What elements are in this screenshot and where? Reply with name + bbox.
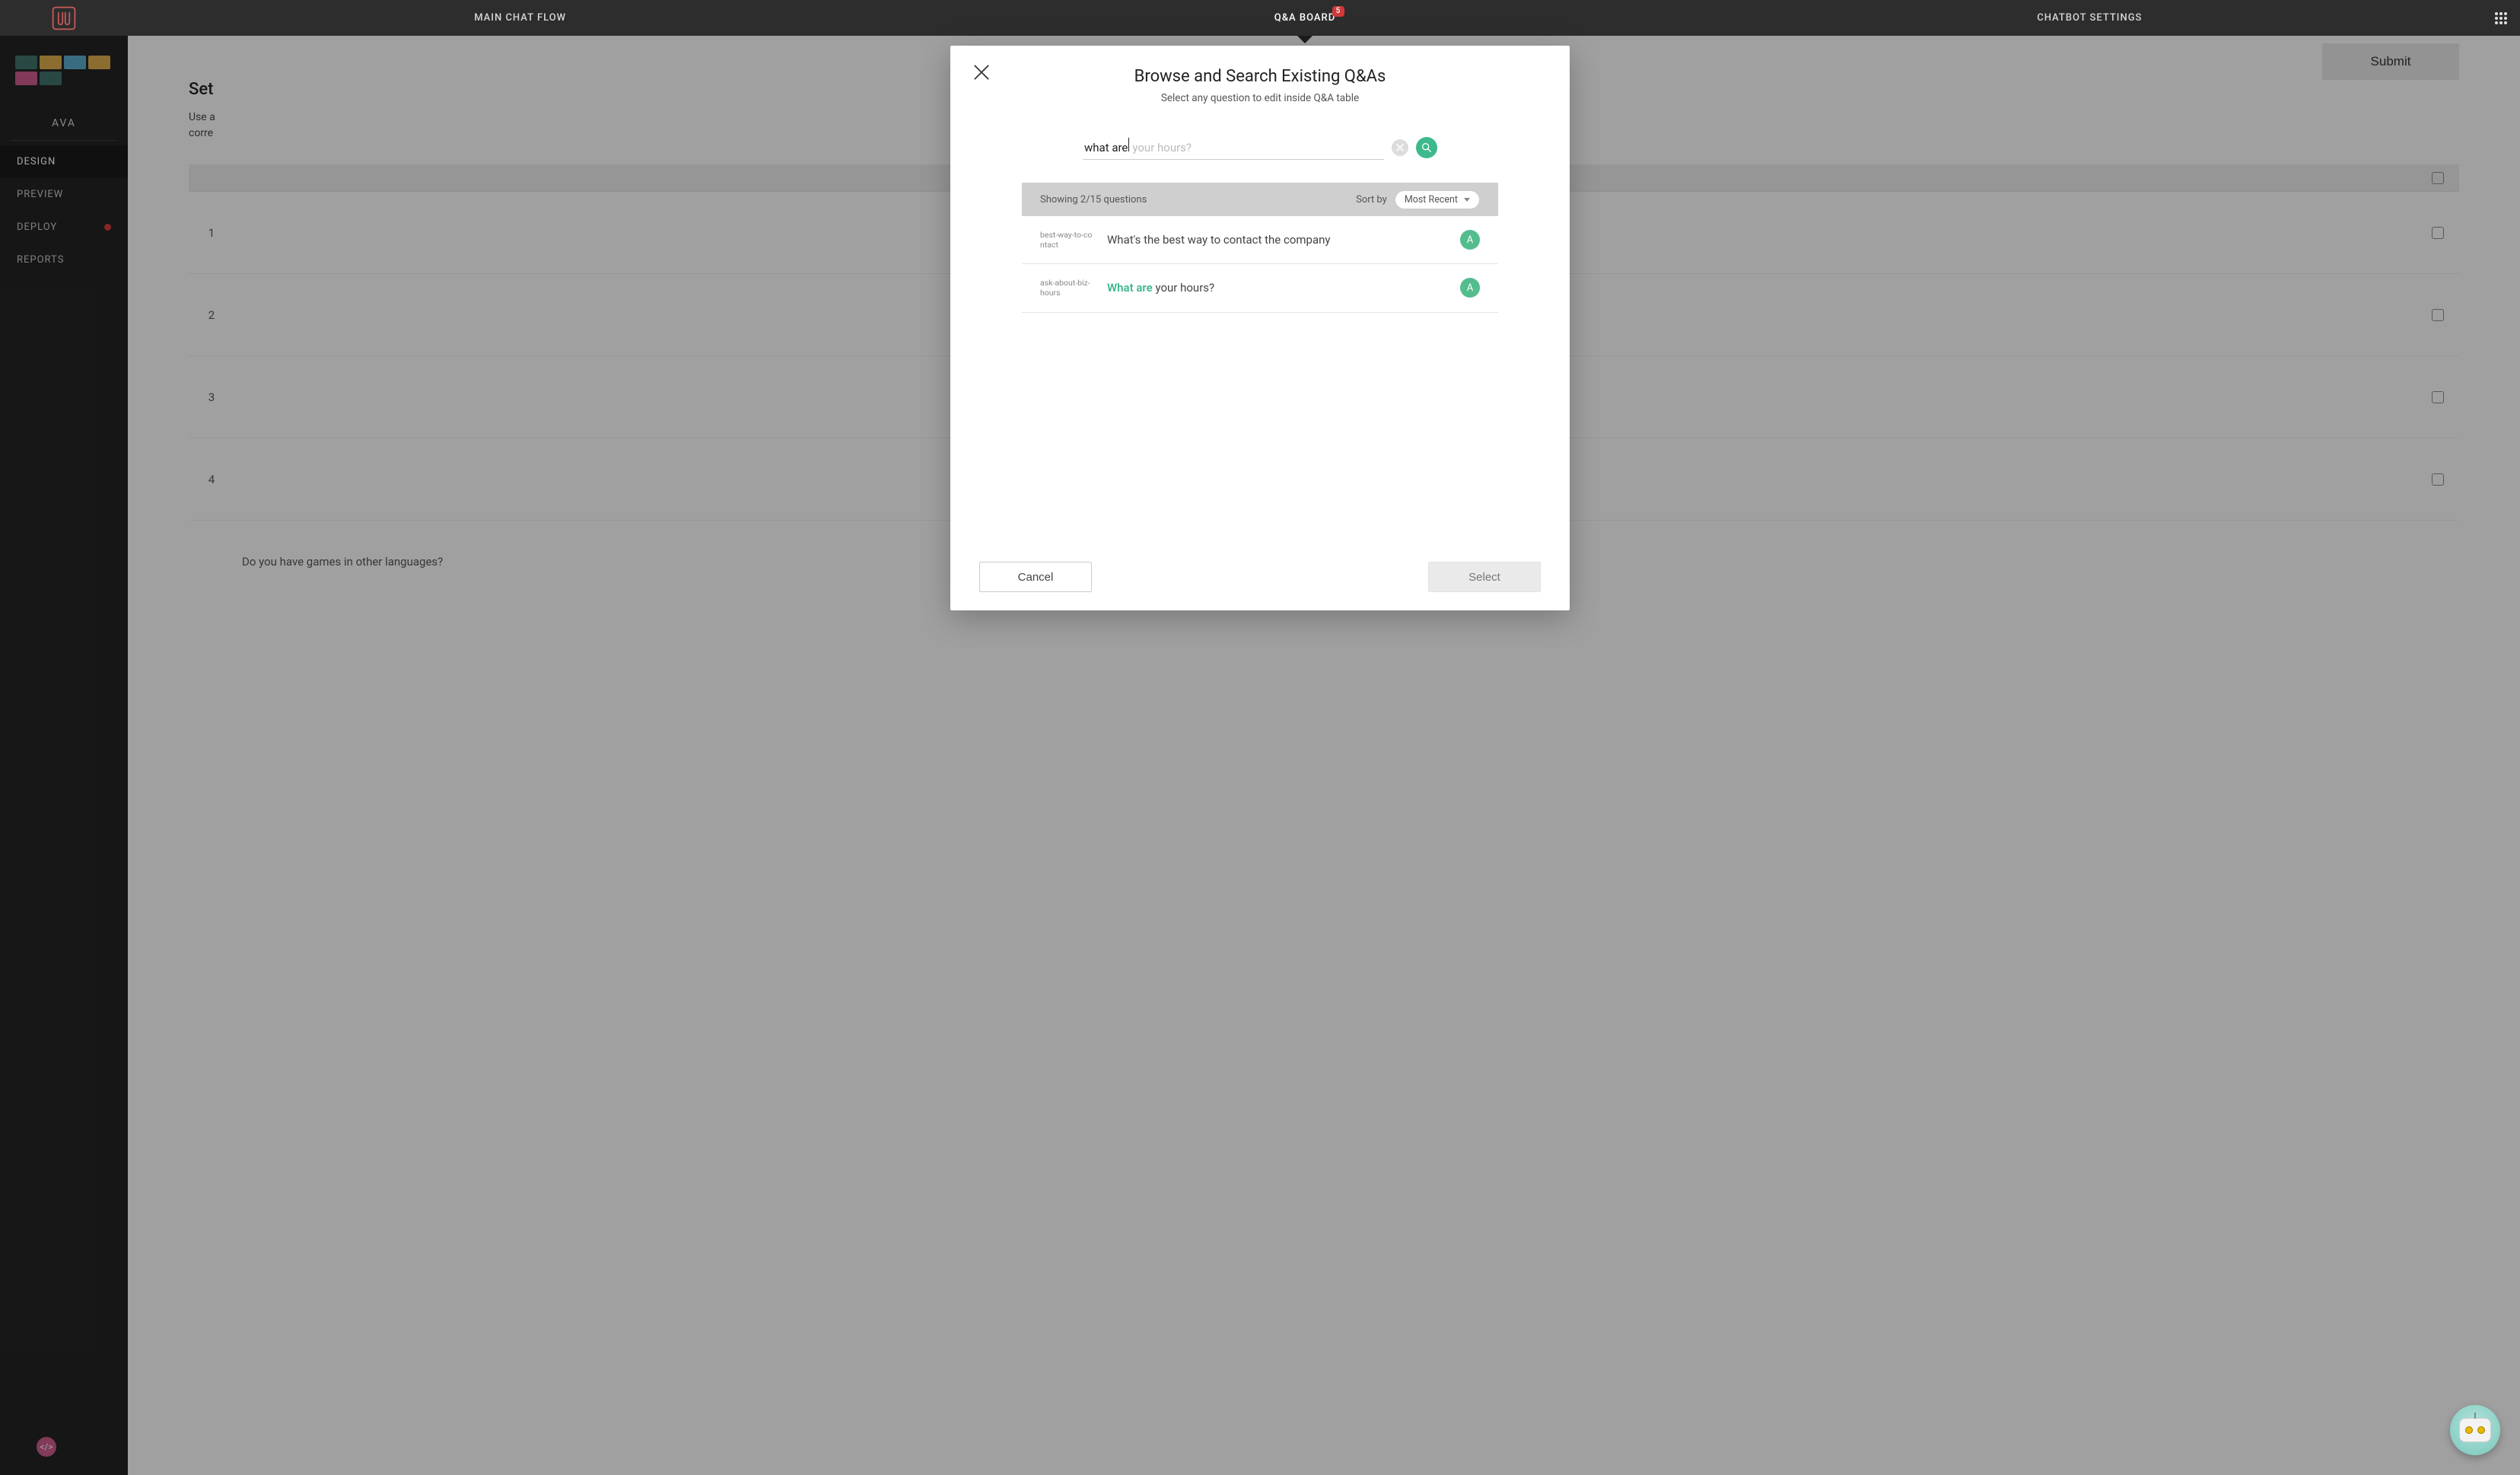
results-header: Showing 2/15 questions Sort by Most Rece…	[1022, 183, 1498, 216]
text-cursor-icon	[1128, 138, 1129, 151]
result-slug: ask-about-biz-hours	[1040, 278, 1093, 298]
sort-by-label: Sort by	[1356, 194, 1387, 205]
tab-label: MAIN CHAT FLOW	[474, 12, 566, 24]
x-icon	[1396, 144, 1404, 151]
top-bar: MAIN CHAT FLOW Q&A BOARD 5 CHATBOT SETTI…	[0, 0, 2520, 36]
modal-footer: Cancel Select	[976, 562, 1544, 592]
result-text: What are your hours?	[1107, 281, 1446, 295]
result-text: What's the best way to contact the compa…	[1107, 233, 1446, 247]
sort-value: Most Recent	[1405, 194, 1458, 205]
modal-title: Browse and Search Existing Q&As	[976, 67, 1544, 86]
chat-launcher-button[interactable]	[2450, 1405, 2500, 1455]
apps-grid-icon[interactable]	[2482, 0, 2520, 36]
juji-logo-icon	[50, 5, 78, 32]
search-icon	[1421, 142, 1433, 154]
search-submit-button[interactable]	[1416, 137, 1437, 158]
tab-label: CHATBOT SETTINGS	[2037, 12, 2142, 24]
logo[interactable]	[0, 0, 128, 36]
result-row[interactable]: best-way-to-contact What's the best way …	[1022, 216, 1498, 264]
bot-icon	[2459, 1418, 2491, 1442]
browse-qas-modal: Browse and Search Existing Q&As Select a…	[950, 46, 1570, 610]
cancel-button[interactable]: Cancel	[979, 562, 1092, 592]
cancel-label: Cancel	[1018, 571, 1054, 584]
search-results: Showing 2/15 questions Sort by Most Rece…	[1022, 183, 1498, 554]
clear-search-button[interactable]	[1392, 139, 1408, 156]
close-icon	[972, 62, 991, 82]
close-button[interactable]	[972, 62, 993, 84]
answered-badge: A	[1460, 278, 1480, 298]
search-row: what are your hours?	[1083, 135, 1437, 160]
chevron-down-icon	[1464, 198, 1470, 202]
top-tabs: MAIN CHAT FLOW Q&A BOARD 5 CHATBOT SETTI…	[128, 0, 2482, 36]
sort-area: Sort by Most Recent	[1356, 190, 1480, 209]
tab-qa-board[interactable]: Q&A BOARD 5	[912, 0, 1697, 36]
result-row[interactable]: ask-about-biz-hours What are your hours?…	[1022, 264, 1498, 312]
search-input[interactable]: what are your hours?	[1083, 135, 1384, 160]
qa-count-badge: 5	[1332, 6, 1345, 17]
select-button[interactable]: Select	[1428, 562, 1541, 592]
search-ghost-completion: your hours?	[1132, 141, 1192, 155]
tab-chatbot-settings[interactable]: CHATBOT SETTINGS	[1698, 0, 2482, 36]
tab-main-chat-flow[interactable]: MAIN CHAT FLOW	[128, 0, 912, 36]
results-count: Showing 2/15 questions	[1040, 194, 1147, 205]
result-slug: best-way-to-contact	[1040, 230, 1093, 250]
answered-badge: A	[1460, 230, 1480, 250]
modal-subtitle: Select any question to edit inside Q&A t…	[976, 92, 1544, 104]
tab-label: Q&A BOARD	[1274, 12, 1335, 24]
select-label: Select	[1468, 571, 1500, 584]
sort-select[interactable]: Most Recent	[1395, 190, 1480, 209]
search-typed-text: what are	[1084, 141, 1128, 155]
